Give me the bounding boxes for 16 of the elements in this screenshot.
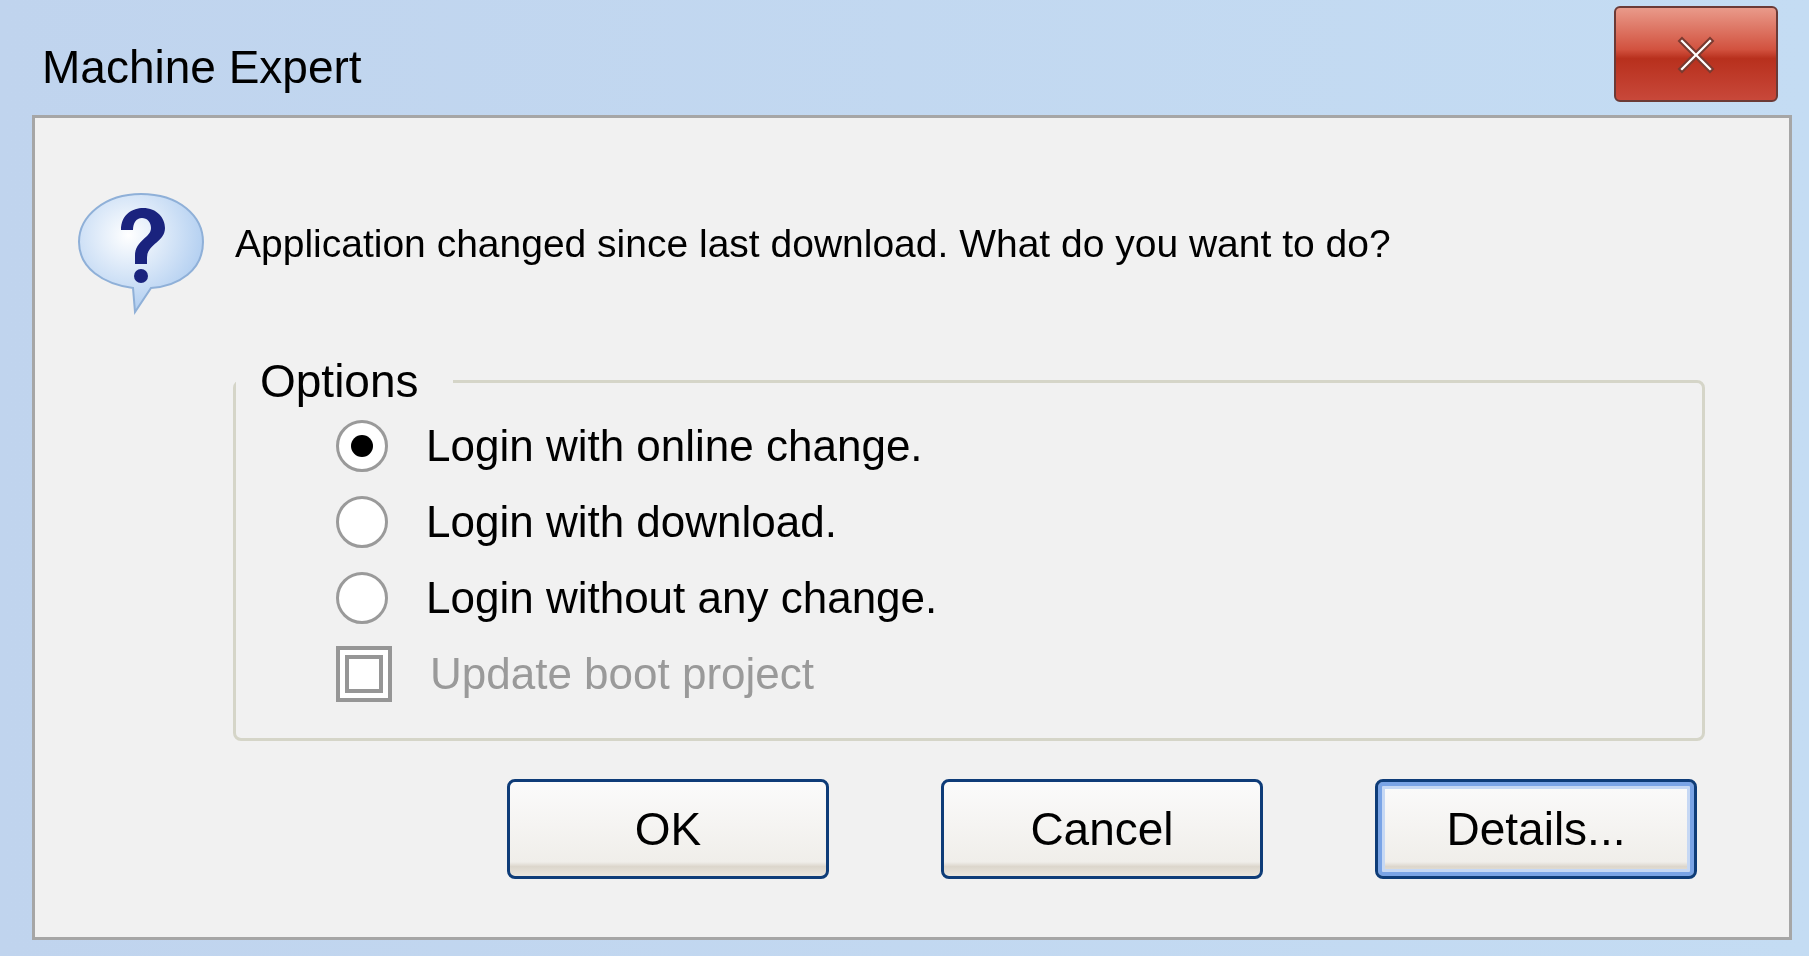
dialog-button[interactable]: Details... — [1375, 779, 1697, 879]
radio-button[interactable] — [336, 572, 388, 624]
radio-button[interactable] — [336, 420, 388, 472]
window-title: Machine Expert — [42, 40, 362, 94]
message-text: Application changed since last download. What do you want to do? — [235, 222, 1391, 266]
radio-label: Login with online change. — [426, 421, 923, 471]
radio-button[interactable] — [336, 496, 388, 548]
close-button[interactable] — [1614, 6, 1778, 102]
question-icon — [75, 190, 207, 316]
radio-label: Login with download. — [426, 497, 837, 547]
dialog-button[interactable]: OK — [507, 779, 829, 879]
radio-label: Login without any change. — [426, 573, 938, 623]
dialog-button[interactable]: Cancel — [941, 779, 1263, 879]
close-icon — [1676, 34, 1716, 74]
group-title: Options — [259, 354, 420, 408]
checkbox-label: Update boot project — [430, 649, 815, 699]
